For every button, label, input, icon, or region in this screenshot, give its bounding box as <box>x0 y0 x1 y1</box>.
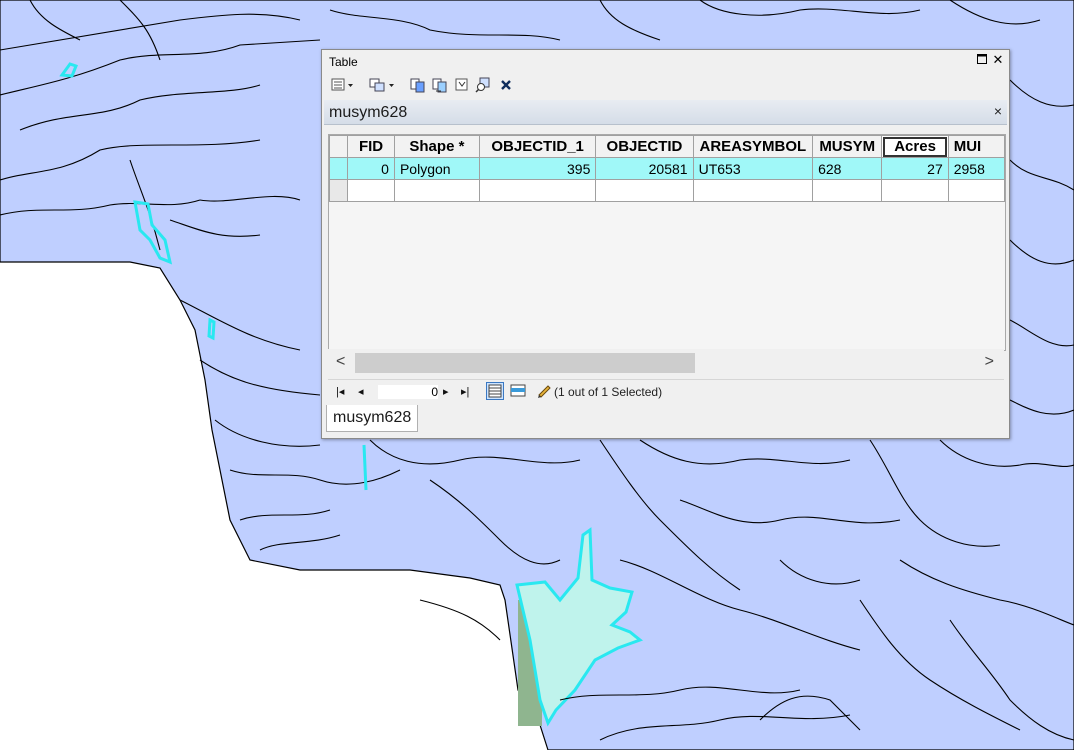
column-header-objectid-1[interactable]: OBJECTID_1 <box>478 135 597 158</box>
cell-acres: 27 <box>881 157 949 180</box>
selection-status: (1 out of 1 Selected) <box>554 385 663 399</box>
scrollbar-thumb[interactable] <box>355 353 695 373</box>
table-toolbar <box>322 72 1009 98</box>
empty-cell <box>812 179 883 202</box>
switch-selection-icon[interactable] <box>431 76 449 94</box>
cell-musym: 628 <box>812 157 883 180</box>
row-selector[interactable] <box>329 179 349 202</box>
close-icon[interactable]: ✕ <box>991 52 1005 68</box>
row-header-corner[interactable] <box>329 135 349 158</box>
next-record-button[interactable]: ▸ <box>443 385 449 398</box>
cell-areasymbol: UT653 <box>692 157 814 180</box>
empty-cell <box>393 179 480 202</box>
scroll-right-icon[interactable]: > <box>985 353 994 371</box>
empty-cell <box>692 179 814 202</box>
column-header-acres[interactable]: Acres <box>881 135 949 158</box>
scroll-left-icon[interactable]: < <box>336 353 345 371</box>
empty-cell <box>595 179 694 202</box>
table-window[interactable]: Table ✕ musym628 × FID Shape * OBJECTID_… <box>321 49 1010 439</box>
column-header-mukey[interactable]: MUI <box>947 135 1005 158</box>
cell-mukey: 2958 <box>947 157 1005 180</box>
last-record-button[interactable]: ▸| <box>461 385 469 398</box>
show-all-records-icon[interactable] <box>486 382 504 400</box>
cell-objectid-1: 395 <box>478 157 597 180</box>
cell-fid: 0 <box>347 157 395 180</box>
zoom-to-selected-icon[interactable] <box>474 76 492 94</box>
table-row-empty[interactable] <box>329 179 1005 202</box>
delete-selected-icon[interactable] <box>498 76 514 94</box>
table-tab-header: musym628 × <box>324 100 1007 125</box>
clear-selection-icon[interactable] <box>454 76 470 94</box>
empty-cell <box>347 179 395 202</box>
record-navigation-bar: |◂ ◂ 0 ▸ ▸| (1 out of 1 Selected) <box>328 379 1004 405</box>
attribute-grid[interactable]: FID Shape * OBJECTID_1 OBJECTID AREASYMB… <box>328 134 1006 351</box>
column-header-objectid[interactable]: OBJECTID <box>595 135 694 158</box>
column-header-musym[interactable]: MUSYM <box>812 135 883 158</box>
horizontal-scrollbar[interactable]: < > <box>328 349 1004 377</box>
close-tab-icon[interactable]: × <box>994 103 1002 119</box>
empty-cell <box>881 179 949 202</box>
table-options-icon[interactable] <box>330 76 356 94</box>
table-row[interactable]: 0 Polygon 395 20581 UT653 628 27 2958 <box>329 157 1005 180</box>
empty-cell <box>947 179 1005 202</box>
restore-icon[interactable] <box>975 52 989 68</box>
empty-cell <box>478 179 597 202</box>
column-header-fid[interactable]: FID <box>347 135 395 158</box>
related-tables-icon[interactable] <box>368 76 398 94</box>
row-selector[interactable] <box>329 157 349 180</box>
record-number-field[interactable]: 0 <box>378 385 438 399</box>
pencil-icon <box>536 382 554 400</box>
attribute-table: FID Shape * OBJECTID_1 OBJECTID AREASYMB… <box>329 135 1005 202</box>
previous-record-button[interactable]: ◂ <box>358 385 364 398</box>
table-name: musym628 <box>329 104 408 121</box>
show-selected-records-icon[interactable] <box>509 382 527 400</box>
select-by-attributes-icon[interactable] <box>409 76 427 94</box>
column-header-shape[interactable]: Shape * <box>393 135 480 158</box>
cell-objectid: 20581 <box>595 157 694 180</box>
window-titlebar[interactable]: Table ✕ <box>322 50 1009 72</box>
bottom-table-tab[interactable]: musym628 <box>326 405 419 432</box>
cell-shape: Polygon <box>393 157 480 180</box>
first-record-button[interactable]: |◂ <box>336 385 344 398</box>
column-header-areasymbol[interactable]: AREASYMBOL <box>692 135 814 158</box>
window-title: Table <box>329 55 358 69</box>
header-row: FID Shape * OBJECTID_1 OBJECTID AREASYMB… <box>329 135 1005 158</box>
